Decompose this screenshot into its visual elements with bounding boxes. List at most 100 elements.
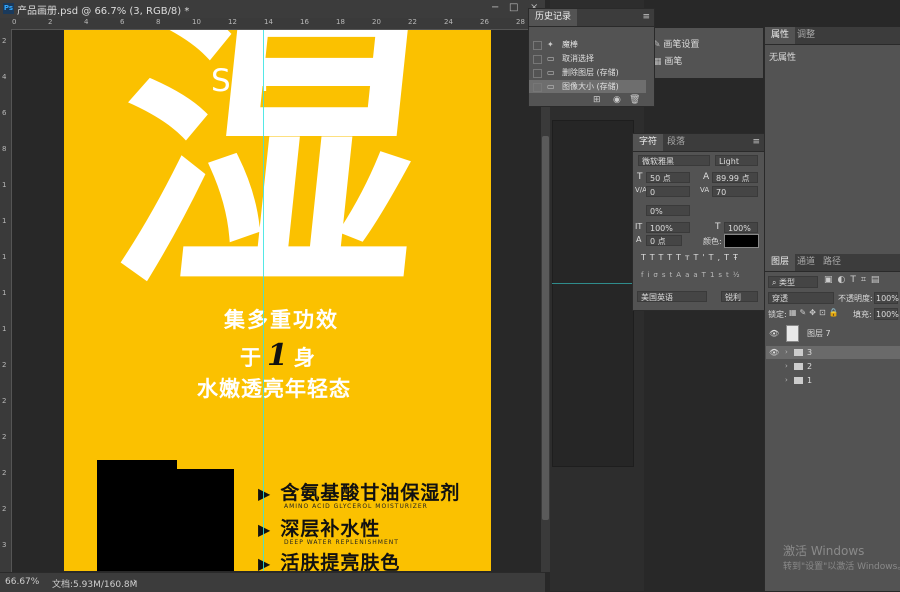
small-caps-button[interactable]: Tт: [676, 253, 694, 262]
history-item-selected[interactable]: ▭ 图像大小 (存储): [529, 80, 646, 93]
discretionary-ligature-button[interactable]: st: [662, 271, 676, 279]
font-family-select[interactable]: 微软雅黑: [638, 155, 710, 166]
strikethrough-button[interactable]: Ŧ: [733, 253, 742, 262]
checkbox[interactable]: [533, 41, 542, 50]
antialias-select[interactable]: 锐利: [721, 291, 758, 302]
baseline-shift-field[interactable]: 0 点: [646, 235, 682, 246]
vertical-scale-icon: IT: [635, 222, 643, 231]
ligature-button[interactable]: fi: [641, 271, 653, 279]
history-item-label: 魔棒: [562, 40, 578, 49]
kerning-field[interactable]: 0: [646, 186, 690, 197]
stylistic-alternates-button[interactable]: aa: [685, 271, 702, 279]
baseline-shift-icon: A: [636, 235, 642, 244]
ordinals-button[interactable]: 1st: [710, 271, 733, 279]
document-tab[interactable]: Ps 产品画册.psd @ 66.7% (3, RGB/8) * − □ ×: [0, 0, 545, 19]
leading-field[interactable]: 89.99 点: [712, 172, 758, 183]
history-item[interactable]: ▭ 删除图层 (存储): [529, 66, 646, 79]
history-tab-bar: 历史记录 ≡: [529, 9, 654, 27]
ruler-label: 12: [228, 18, 237, 26]
guide-line: [552, 283, 632, 284]
feature-item: ▶ 含氨基酸甘油保湿剂 AMINO ACID GLYCEROL MOISTURIZ…: [258, 478, 461, 510]
canvas-workspace[interactable]: 湿 SHI 集多重功效 于1身 水嫩透亮年轻态 ▶ 含氨基酸甘油保湿剂 AMINO…: [12, 30, 541, 571]
minimize-button[interactable]: −: [491, 2, 499, 13]
chevron-right-icon[interactable]: ›: [785, 360, 788, 373]
history-item[interactable]: ✦ 魔棒: [529, 38, 646, 51]
fill-label: 填充:: [853, 310, 872, 319]
vertical-scale-field[interactable]: 100%: [646, 222, 690, 233]
ruler-label: 1: [2, 217, 7, 225]
snapshot-icon[interactable]: ◉: [613, 95, 621, 105]
fractions-button[interactable]: ½: [733, 271, 744, 279]
layer-row[interactable]: › 2: [766, 360, 900, 373]
faux-italic-button[interactable]: T: [650, 253, 659, 262]
status-menu-arrow[interactable]: ›: [133, 577, 137, 587]
horizontal-scale-field[interactable]: 100%: [724, 222, 758, 233]
eye-icon[interactable]: 👁: [769, 324, 779, 344]
tab-adjustments[interactable]: 调整: [791, 27, 821, 44]
faux-bold-button[interactable]: T: [641, 253, 650, 262]
subscript-button[interactable]: T,: [709, 253, 724, 262]
artboard[interactable]: 湿 SHI 集多重功效 于1身 水嫩透亮年轻态 ▶ 含氨基酸甘油保湿剂 AMINO…: [64, 30, 491, 571]
font-style-select[interactable]: Light: [715, 155, 758, 166]
checkbox[interactable]: [533, 83, 542, 92]
document-title[interactable]: 产品画册.psd @ 66.7% (3, RGB/8) *: [17, 2, 189, 17]
zoom-level[interactable]: 66.67%: [5, 577, 39, 587]
fill-field[interactable]: 100%: [874, 308, 899, 320]
scrollbar-thumb[interactable]: [542, 136, 549, 520]
language-select[interactable]: 美国英语: [637, 291, 707, 302]
brush-settings-item[interactable]: ✎ 画笔设置: [653, 37, 699, 50]
underline-button[interactable]: T: [724, 253, 733, 262]
slogan-line-3: 水嫩透亮年轻态: [197, 376, 351, 401]
feature-item: ▶ 活肤提亮肤色: [258, 548, 400, 571]
tab-paths[interactable]: 路径: [817, 254, 847, 271]
feature-item: ▶ 深层补水性 DEEP WATER REPLENISHMENT: [258, 514, 398, 546]
history-item-label: 取消选择: [562, 54, 594, 63]
layer-filter-icons[interactable]: ▣◐T⌗▤: [824, 275, 884, 285]
character-panel: 字符 段落 ≡ 微软雅黑 Light T 50 点 A 89.99 点 V/A …: [632, 133, 765, 311]
ornaments-button[interactable]: T: [702, 271, 710, 279]
superscript-button[interactable]: T': [694, 253, 709, 262]
checkbox[interactable]: [533, 69, 542, 78]
eye-icon[interactable]: 👁: [769, 346, 779, 359]
scale-field[interactable]: 0%: [646, 205, 690, 216]
ruler-label: 1: [2, 325, 7, 333]
chevron-right-icon[interactable]: ›: [785, 374, 788, 387]
folder-icon: [794, 363, 803, 370]
panel-menu-icon[interactable]: ≡: [752, 137, 760, 147]
font-size-icon: T: [637, 172, 643, 182]
layer-row-selected[interactable]: 👁 › 3: [766, 346, 900, 359]
tracking-field[interactable]: 70: [712, 186, 758, 197]
guide-line[interactable]: [263, 30, 264, 571]
new-document-icon[interactable]: ⊞: [593, 95, 601, 105]
layer-name: 图层 7: [807, 329, 831, 338]
horizontal-ruler[interactable]: 0 2 4 6 8 10 12 14 16 18 20 22 24 26 28: [0, 18, 545, 30]
ruler-label: 14: [264, 18, 273, 26]
all-caps-button[interactable]: TT: [659, 253, 677, 262]
panel-menu-icon[interactable]: ≡: [642, 12, 650, 22]
titling-button[interactable]: A: [676, 271, 685, 279]
ruler-label: 4: [84, 18, 89, 26]
text-color-swatch[interactable]: [724, 234, 759, 248]
checkbox[interactable]: [533, 55, 542, 64]
blend-mode-select[interactable]: 穿透: [768, 292, 834, 304]
swash-button[interactable]: σ: [653, 271, 661, 279]
tab-character[interactable]: 字符: [633, 134, 664, 151]
brush-item[interactable]: ▦ 画笔: [653, 54, 682, 67]
feature-title: 含氨基酸甘油保湿剂: [280, 482, 461, 504]
tab-paragraph[interactable]: 段落: [661, 134, 691, 151]
font-size-field[interactable]: 50 点: [646, 172, 690, 183]
photoshop-icon: Ps: [3, 3, 14, 14]
layer-row[interactable]: › 1: [766, 374, 900, 387]
vertical-ruler[interactable]: 2 4 6 8 1 1 1 1 1 2 2 2 2 2 3: [0, 29, 12, 572]
lock-icons[interactable]: ▦✎✥⊡🔒: [789, 308, 842, 317]
tab-history[interactable]: 历史记录: [529, 9, 578, 26]
layer-filter-select[interactable]: ⌕ 类型: [768, 276, 818, 288]
opacity-field[interactable]: 100%: [874, 292, 899, 304]
trash-icon[interactable]: 🗑: [629, 95, 640, 105]
layer-row[interactable]: 👁 图层 7: [766, 324, 900, 344]
history-item[interactable]: ▭ 取消选择: [529, 52, 646, 65]
ruler-label: 2: [48, 18, 53, 26]
restore-button[interactable]: □: [509, 2, 518, 13]
chevron-right-icon[interactable]: ›: [785, 346, 788, 359]
windows-activation-title: 激活 Windows: [783, 544, 865, 558]
